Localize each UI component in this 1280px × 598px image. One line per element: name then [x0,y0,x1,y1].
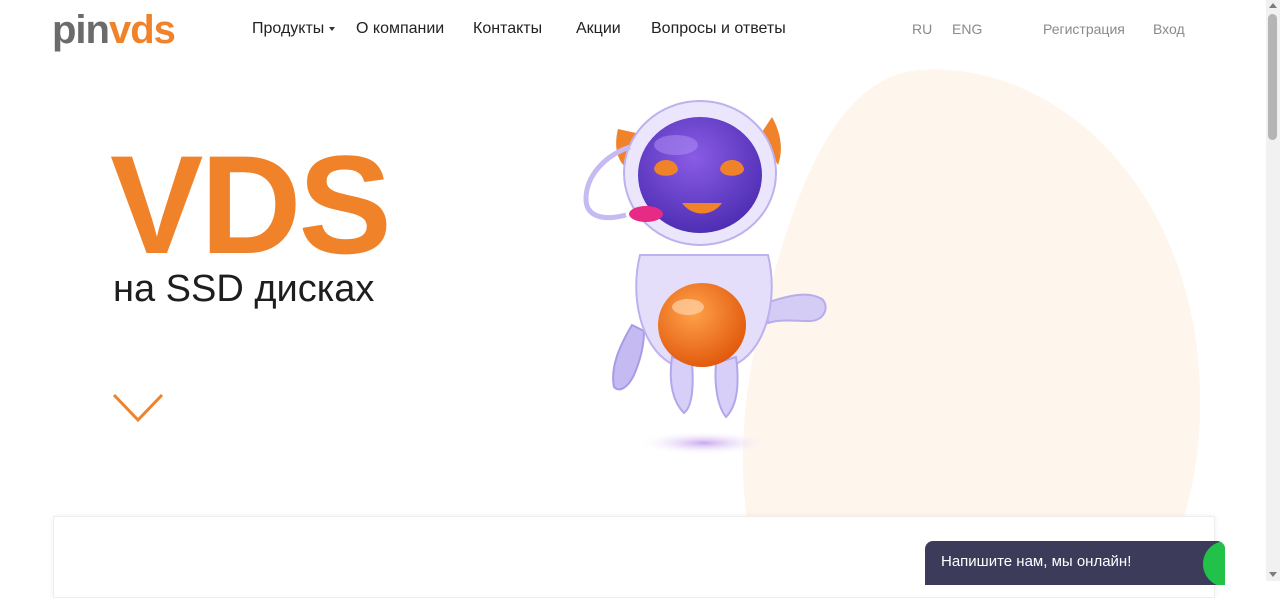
hero-title: VDS [110,126,392,283]
lang-en[interactable]: ENG [952,21,982,37]
hero-subtitle: на SSD дисках [113,268,375,310]
nav-faq[interactable]: Вопросы и ответы [651,20,786,38]
site-header: pinvds Продукты О компании Контакты Акци… [0,0,1266,58]
scroll-down-arrow-icon[interactable] [1269,572,1277,577]
chat-widget[interactable]: Напишите нам, мы онлайн! [925,541,1225,585]
scrollbar-thumb[interactable] [1268,14,1277,140]
online-status-icon [1203,541,1225,585]
nav-contacts[interactable]: Контакты [473,20,542,38]
nav-promotions[interactable]: Акции [576,20,621,38]
nav-products-label: Продукты [252,20,325,37]
robot-mascot [583,100,827,455]
nav-about[interactable]: О компании [356,20,444,38]
lang-ru[interactable]: RU [912,21,932,37]
pinvds-logo[interactable]: pinvds [52,10,176,50]
caret-down-icon [329,26,336,31]
chevron-down-icon[interactable] [112,392,164,424]
login-link[interactable]: Вход [1153,21,1185,37]
nav-products[interactable]: Продукты [252,20,336,38]
scroll-up-arrow-icon[interactable] [1269,3,1277,8]
register-link[interactable]: Регистрация [1043,21,1125,37]
chat-widget-text: Напишите нам, мы онлайн! [941,553,1132,570]
